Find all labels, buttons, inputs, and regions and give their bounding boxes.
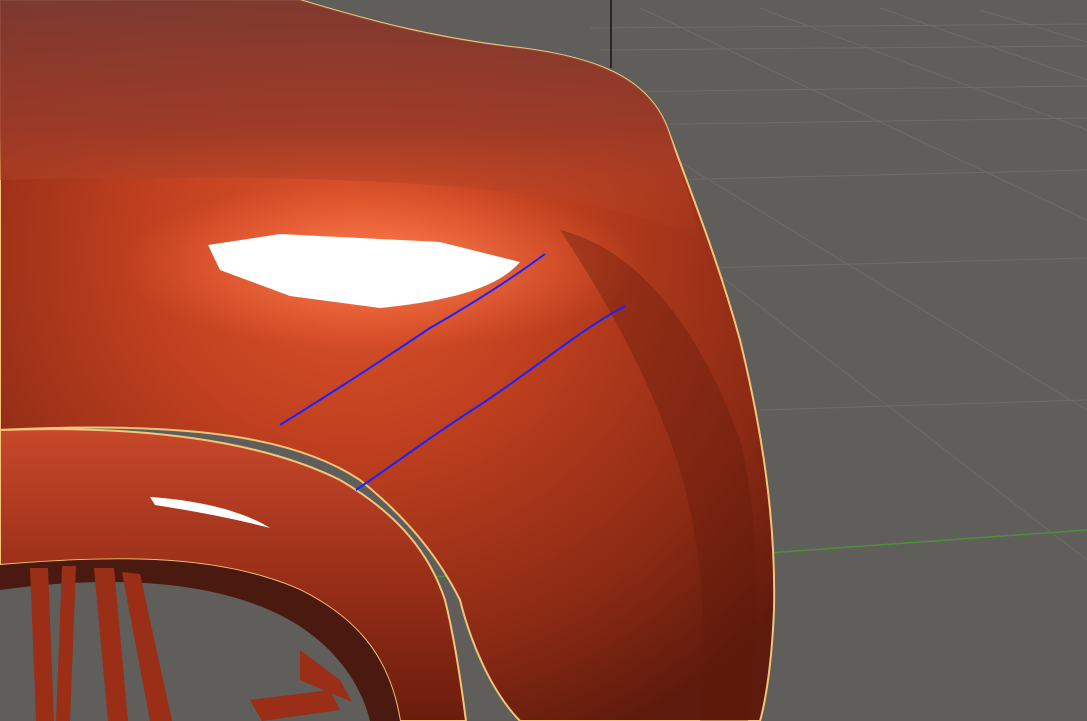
3d-viewport[interactable] — [0, 0, 1087, 721]
viewport-canvas[interactable] — [0, 0, 1087, 721]
